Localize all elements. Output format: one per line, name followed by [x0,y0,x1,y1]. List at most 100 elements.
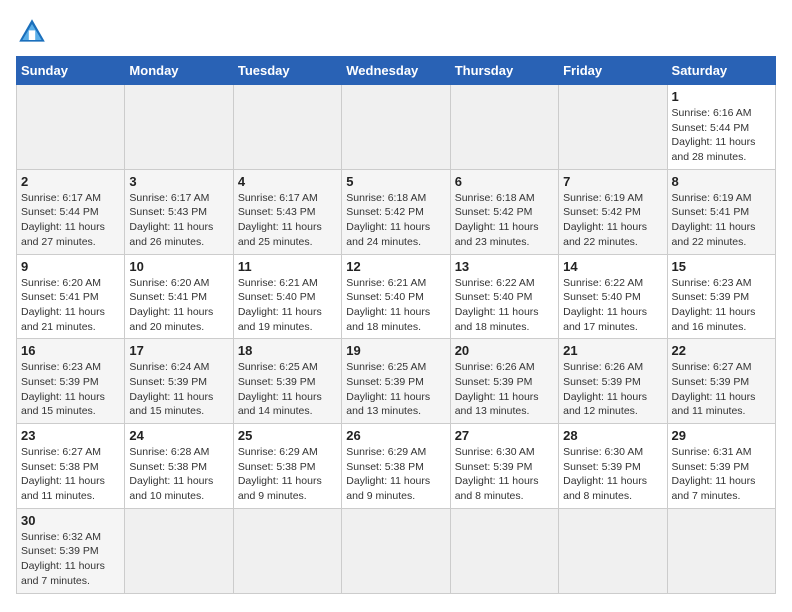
column-header-tuesday: Tuesday [233,57,341,85]
calendar-cell [450,85,558,170]
day-info: Sunrise: 6:25 AM Sunset: 5:39 PM Dayligh… [238,360,337,419]
calendar-cell: 8 Sunrise: 6:19 AM Sunset: 5:41 PM Daylig… [667,169,775,254]
calendar-cell: 14 Sunrise: 6:22 AM Sunset: 5:40 PM Dayli… [559,254,667,339]
day-info: Sunrise: 6:21 AM Sunset: 5:40 PM Dayligh… [346,276,445,335]
day-number: 16 [21,343,120,358]
day-number: 20 [455,343,554,358]
day-number: 6 [455,174,554,189]
day-info: Sunrise: 6:16 AM Sunset: 5:44 PM Dayligh… [672,106,771,165]
calendar-cell: 3Sunrise: 6:17 AM Sunset: 5:43 PM Daylig… [125,169,233,254]
calendar-cell [125,85,233,170]
day-number: 18 [238,343,337,358]
column-header-sunday: Sunday [17,57,125,85]
calendar-cell [125,508,233,593]
calendar-cell: 23 Sunrise: 6:27 AM Sunset: 5:38 PM Dayli… [17,424,125,509]
day-info: Sunrise: 6:29 AM Sunset: 5:38 PM Dayligh… [346,445,445,504]
day-info: Sunrise: 6:29 AM Sunset: 5:38 PM Dayligh… [238,445,337,504]
day-number: 28 [563,428,662,443]
day-info: Sunrise: 6:17 AM Sunset: 5:44 PM Dayligh… [21,191,120,250]
calendar-cell [667,508,775,593]
calendar-cell: 5 Sunrise: 6:18 AM Sunset: 5:42 PM Daylig… [342,169,450,254]
calendar-week-row: 2Sunrise: 6:17 AM Sunset: 5:44 PM Daylig… [17,169,776,254]
calendar-cell: 20 Sunrise: 6:26 AM Sunset: 5:39 PM Dayli… [450,339,558,424]
calendar-cell [233,508,341,593]
logo [16,16,52,48]
day-number: 3 [129,174,228,189]
calendar-cell: 1 Sunrise: 6:16 AM Sunset: 5:44 PM Daylig… [667,85,775,170]
day-info: Sunrise: 6:20 AM Sunset: 5:41 PM Dayligh… [21,276,120,335]
day-info: Sunrise: 6:31 AM Sunset: 5:39 PM Dayligh… [672,445,771,504]
day-number: 23 [21,428,120,443]
calendar-cell [233,85,341,170]
day-info: Sunrise: 6:18 AM Sunset: 5:42 PM Dayligh… [455,191,554,250]
day-info: Sunrise: 6:27 AM Sunset: 5:38 PM Dayligh… [21,445,120,504]
day-number: 12 [346,259,445,274]
calendar-cell [342,85,450,170]
column-header-friday: Friday [559,57,667,85]
day-number: 22 [672,343,771,358]
day-info: Sunrise: 6:23 AM Sunset: 5:39 PM Dayligh… [21,360,120,419]
calendar-cell: 30 Sunrise: 6:32 AM Sunset: 5:39 PM Dayli… [17,508,125,593]
day-number: 25 [238,428,337,443]
day-info: Sunrise: 6:20 AM Sunset: 5:41 PM Dayligh… [129,276,228,335]
calendar-cell: 12 Sunrise: 6:21 AM Sunset: 5:40 PM Dayli… [342,254,450,339]
day-info: Sunrise: 6:22 AM Sunset: 5:40 PM Dayligh… [455,276,554,335]
calendar-cell: 28Sunrise: 6:30 AM Sunset: 5:39 PM Dayli… [559,424,667,509]
column-header-saturday: Saturday [667,57,775,85]
calendar-cell [450,508,558,593]
day-number: 30 [21,513,120,528]
calendar-cell [559,85,667,170]
calendar-week-row: 16 Sunrise: 6:23 AM Sunset: 5:39 PM Dayli… [17,339,776,424]
calendar-cell: 15Sunrise: 6:23 AM Sunset: 5:39 PM Dayli… [667,254,775,339]
page-header [16,16,776,48]
column-header-monday: Monday [125,57,233,85]
day-number: 10 [129,259,228,274]
calendar-cell: 27 Sunrise: 6:30 AM Sunset: 5:39 PM Dayli… [450,424,558,509]
day-info: Sunrise: 6:22 AM Sunset: 5:40 PM Dayligh… [563,276,662,335]
day-number: 21 [563,343,662,358]
calendar-cell: 2Sunrise: 6:17 AM Sunset: 5:44 PM Daylig… [17,169,125,254]
column-header-wednesday: Wednesday [342,57,450,85]
calendar-cell: 9 Sunrise: 6:20 AM Sunset: 5:41 PM Daylig… [17,254,125,339]
day-info: Sunrise: 6:28 AM Sunset: 5:38 PM Dayligh… [129,445,228,504]
calendar-cell: 4Sunrise: 6:17 AM Sunset: 5:43 PM Daylig… [233,169,341,254]
day-number: 7 [563,174,662,189]
day-info: Sunrise: 6:26 AM Sunset: 5:39 PM Dayligh… [455,360,554,419]
day-info: Sunrise: 6:32 AM Sunset: 5:39 PM Dayligh… [21,530,120,589]
calendar-cell: 19Sunrise: 6:25 AM Sunset: 5:39 PM Dayli… [342,339,450,424]
calendar-cell: 18 Sunrise: 6:25 AM Sunset: 5:39 PM Dayli… [233,339,341,424]
day-number: 9 [21,259,120,274]
day-number: 1 [672,89,771,104]
day-number: 14 [563,259,662,274]
day-number: 27 [455,428,554,443]
calendar-cell: 16 Sunrise: 6:23 AM Sunset: 5:39 PM Dayli… [17,339,125,424]
calendar-cell: 13Sunrise: 6:22 AM Sunset: 5:40 PM Dayli… [450,254,558,339]
day-info: Sunrise: 6:19 AM Sunset: 5:41 PM Dayligh… [672,191,771,250]
day-info: Sunrise: 6:24 AM Sunset: 5:39 PM Dayligh… [129,360,228,419]
calendar-week-row: 23 Sunrise: 6:27 AM Sunset: 5:38 PM Dayli… [17,424,776,509]
day-info: Sunrise: 6:25 AM Sunset: 5:39 PM Dayligh… [346,360,445,419]
column-header-thursday: Thursday [450,57,558,85]
calendar-cell: 25 Sunrise: 6:29 AM Sunset: 5:38 PM Dayli… [233,424,341,509]
day-info: Sunrise: 6:23 AM Sunset: 5:39 PM Dayligh… [672,276,771,335]
calendar-cell [17,85,125,170]
day-info: Sunrise: 6:18 AM Sunset: 5:42 PM Dayligh… [346,191,445,250]
calendar-cell: 29Sunrise: 6:31 AM Sunset: 5:39 PM Dayli… [667,424,775,509]
generalblue-logo-icon [16,16,48,48]
calendar-cell: 6 Sunrise: 6:18 AM Sunset: 5:42 PM Daylig… [450,169,558,254]
calendar-cell: 7Sunrise: 6:19 AM Sunset: 5:42 PM Daylig… [559,169,667,254]
calendar-cell: 11Sunrise: 6:21 AM Sunset: 5:40 PM Dayli… [233,254,341,339]
day-number: 5 [346,174,445,189]
day-number: 24 [129,428,228,443]
day-number: 26 [346,428,445,443]
day-number: 8 [672,174,771,189]
day-number: 11 [238,259,337,274]
calendar-week-row: 30 Sunrise: 6:32 AM Sunset: 5:39 PM Dayli… [17,508,776,593]
calendar-cell [559,508,667,593]
calendar-cell: 24 Sunrise: 6:28 AM Sunset: 5:38 PM Dayli… [125,424,233,509]
calendar-week-row: 9 Sunrise: 6:20 AM Sunset: 5:41 PM Daylig… [17,254,776,339]
day-info: Sunrise: 6:30 AM Sunset: 5:39 PM Dayligh… [455,445,554,504]
day-info: Sunrise: 6:27 AM Sunset: 5:39 PM Dayligh… [672,360,771,419]
calendar-cell: 17Sunrise: 6:24 AM Sunset: 5:39 PM Dayli… [125,339,233,424]
calendar-cell: 22 Sunrise: 6:27 AM Sunset: 5:39 PM Dayli… [667,339,775,424]
